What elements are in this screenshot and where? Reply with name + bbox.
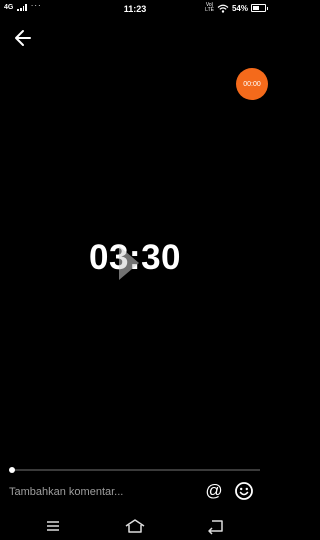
arrow-left-icon [15, 30, 31, 46]
status-bar-right: Vo) LTE 54% [205, 3, 268, 13]
battery-percent: 54% [231, 3, 248, 13]
home-icon[interactable] [123, 516, 147, 536]
back-icon[interactable] [204, 516, 228, 536]
volte-indicator: Vo) LTE [205, 3, 214, 13]
menu-icon[interactable] [41, 516, 65, 536]
at-icon[interactable]: @ [204, 481, 224, 501]
video-progress-bar[interactable] [10, 469, 260, 471]
volte-bottom: LTE [205, 7, 214, 13]
floating-timer-bubble[interactable]: 00:00 [236, 68, 268, 100]
system-navigation-bar [0, 512, 270, 540]
progress-knob[interactable] [9, 467, 15, 473]
wifi-icon [217, 4, 229, 13]
comment-input[interactable] [9, 482, 199, 502]
back-button[interactable] [12, 27, 36, 49]
status-bar: 4G ··· 11:23 Vo) LTE 54% [0, 0, 270, 18]
battery-icon [251, 4, 268, 12]
emoji-icon[interactable] [234, 481, 254, 501]
timer-bubble-label: 00:00 [243, 80, 261, 88]
play-icon[interactable] [117, 244, 141, 282]
